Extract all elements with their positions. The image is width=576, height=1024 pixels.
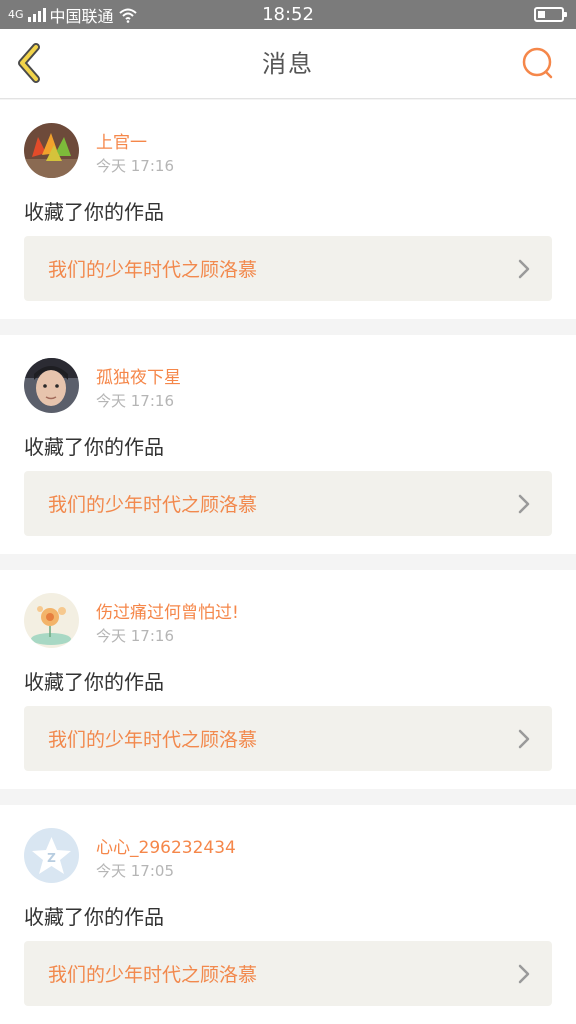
chevron-right-icon: [518, 494, 530, 513]
work-link[interactable]: 我们的少年时代之顾洛慕: [24, 706, 552, 771]
avatar[interactable]: Z: [24, 828, 79, 883]
message-time: 今天 17:16: [96, 392, 174, 410]
work-title: 我们的少年时代之顾洛慕: [48, 494, 258, 516]
avatar[interactable]: [24, 358, 79, 413]
username[interactable]: 上官一: [96, 128, 147, 153]
search-icon: [522, 47, 553, 79]
nav-header: 消息: [0, 29, 576, 99]
photo-avatar-icon: [24, 358, 79, 413]
carrier-name: 中国联通: [49, 6, 114, 26]
message-time: 今天 17:16: [96, 627, 174, 645]
battery-level: [538, 11, 545, 18]
work-link[interactable]: 我们的少年时代之顾洛慕: [24, 941, 552, 1006]
qq-star-avatar-icon: Z: [24, 828, 79, 883]
work-title: 我们的少年时代之顾洛慕: [48, 964, 258, 986]
wifi-icon: [118, 8, 137, 23]
search-button[interactable]: [520, 45, 556, 81]
username[interactable]: 伤过痛过何曾怕过!: [96, 598, 239, 623]
work-title: 我们的少年时代之顾洛慕: [48, 259, 258, 281]
flower-avatar-icon: [24, 593, 79, 648]
username[interactable]: 心心_296232434: [96, 833, 236, 858]
back-button[interactable]: [12, 41, 52, 85]
message-time: 今天 17:16: [96, 157, 174, 175]
leaf-avatar-icon: [24, 123, 79, 178]
message-action: 收藏了你的作品: [24, 200, 164, 224]
message-card: 伤过痛过何曾怕过! 今天 17:16 收藏了你的作品 我们的少年时代之顾洛慕: [0, 570, 576, 789]
work-title: 我们的少年时代之顾洛慕: [48, 729, 258, 751]
page-title: 消息: [262, 50, 314, 78]
chevron-right-icon: [518, 729, 530, 748]
username[interactable]: 孤独夜下星: [96, 363, 181, 388]
status-bar: 4G 中国联通 18:52: [0, 0, 576, 29]
message-time: 今天 17:05: [96, 862, 174, 880]
work-link[interactable]: 我们的少年时代之顾洛慕: [24, 236, 552, 301]
chevron-left-icon: [18, 43, 40, 83]
avatar[interactable]: [24, 593, 79, 648]
message-list: 上官一 今天 17:16 收藏了你的作品 我们的少年时代之顾洛慕 孤独夜下星 今…: [0, 100, 576, 1024]
network-type: 4G: [8, 8, 24, 21]
message-action: 收藏了你的作品: [24, 905, 164, 929]
signal-icon: [27, 7, 46, 22]
message-action: 收藏了你的作品: [24, 670, 164, 694]
avatar[interactable]: [24, 123, 79, 178]
message-card: 孤独夜下星 今天 17:16 收藏了你的作品 我们的少年时代之顾洛慕: [0, 335, 576, 554]
status-left: 4G 中国联通: [8, 3, 138, 27]
message-card: 上官一 今天 17:16 收藏了你的作品 我们的少年时代之顾洛慕: [0, 100, 576, 319]
battery-icon: [534, 7, 567, 22]
svg-text:Z: Z: [47, 851, 56, 865]
work-link[interactable]: 我们的少年时代之顾洛慕: [24, 471, 552, 536]
chevron-right-icon: [518, 964, 530, 983]
message-card: Z 心心_296232434 今天 17:05 收藏了你的作品 我们的少年时代之…: [0, 805, 576, 1024]
chevron-right-icon: [518, 259, 530, 278]
message-action: 收藏了你的作品: [24, 435, 164, 459]
